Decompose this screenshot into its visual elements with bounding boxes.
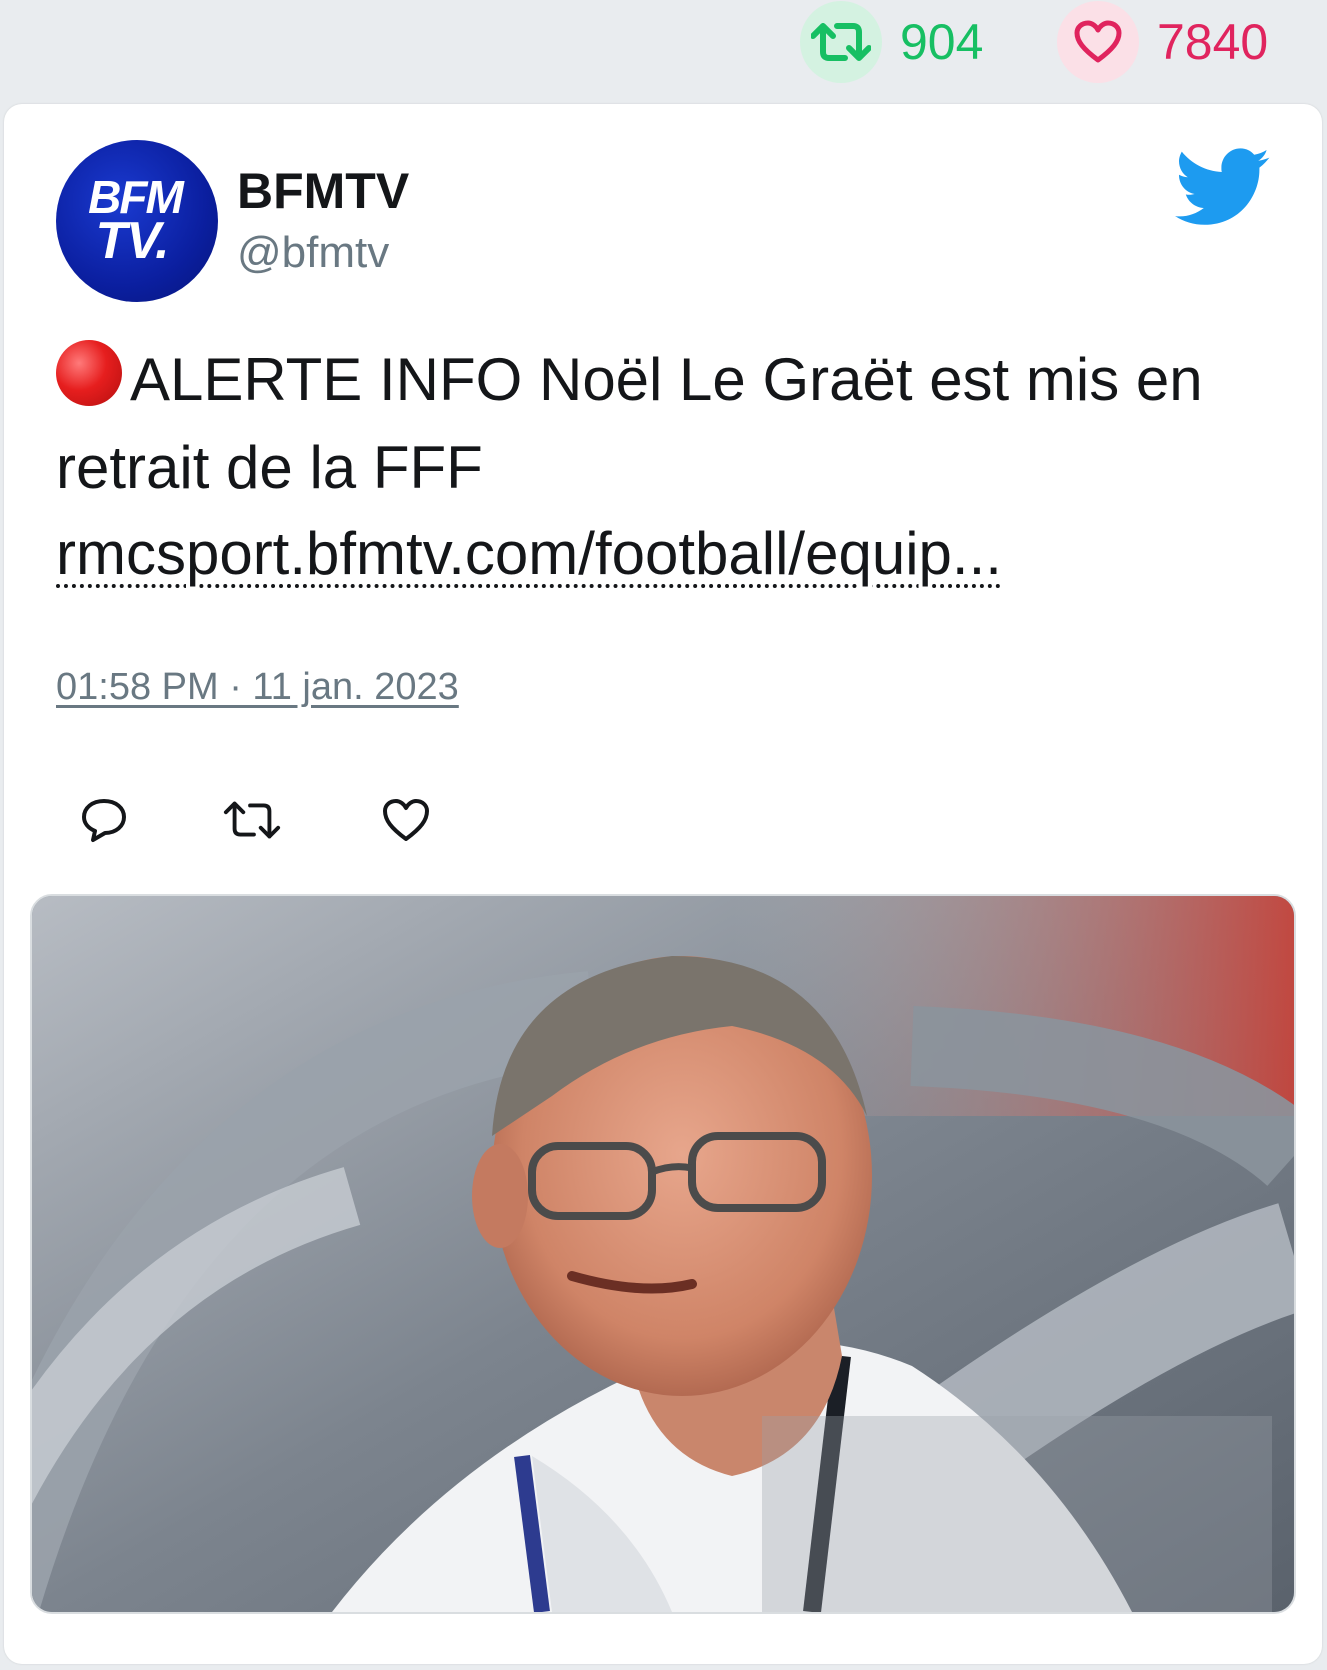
reply-button[interactable] xyxy=(74,790,134,850)
like-button[interactable] xyxy=(376,790,436,850)
author-display-name[interactable]: BFMTV xyxy=(237,162,409,220)
avatar[interactable]: BFM TV. xyxy=(56,140,218,302)
retweet-action-icon xyxy=(223,801,281,839)
like-count: 7840 xyxy=(1157,14,1269,70)
heart-icon[interactable] xyxy=(1057,1,1139,83)
author-handle[interactable]: @bfmtv xyxy=(237,228,389,278)
tweet-timestamp[interactable]: 01:58 PM · 11 jan. 2023 xyxy=(56,666,459,709)
red-circle-icon xyxy=(56,340,122,406)
like-stat[interactable]: 7840 xyxy=(1057,0,1268,84)
tweet-body: ALERTE INFO Noël Le Graët est mis en ret… xyxy=(56,346,1203,501)
retweet-stat[interactable]: 904 xyxy=(800,0,983,84)
avatar-logo-text-2: TV. xyxy=(95,212,169,271)
stats-bar: 904 7840 xyxy=(0,0,1327,100)
photo-illustration xyxy=(32,896,1294,1612)
tweet-link[interactable]: rmcsport.bfmtv.com/football/equip... xyxy=(56,510,1002,598)
retweet-count: 904 xyxy=(900,14,984,70)
reply-icon xyxy=(82,799,126,842)
tweet-text: ALERTE INFO Noël Le Graët est mis en ret… xyxy=(56,336,1276,512)
tweet-photo[interactable] xyxy=(30,894,1296,1614)
like-icon xyxy=(383,799,429,841)
retweet-button[interactable] xyxy=(222,790,282,850)
retweet-icon[interactable] xyxy=(800,1,882,83)
tweet-card: BFM TV. BFMTV @bfmtv ALERTE INFO Noël Le… xyxy=(4,104,1322,1664)
twitter-bird-icon[interactable] xyxy=(1174,148,1272,228)
